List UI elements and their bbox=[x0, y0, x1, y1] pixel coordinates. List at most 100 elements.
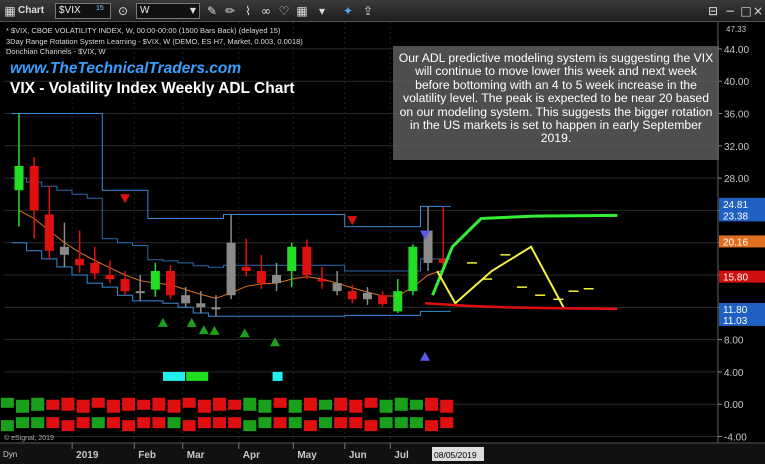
candle-body bbox=[75, 258, 85, 266]
indicator-bars bbox=[0, 371, 454, 432]
candle-body bbox=[135, 291, 145, 294]
candle-body bbox=[59, 246, 69, 255]
candle-body bbox=[181, 295, 191, 304]
price-tag-label: 23.38 bbox=[723, 211, 748, 222]
header-line-3: Donchian Channels - $VIX, W bbox=[6, 47, 106, 56]
indicator-bar bbox=[31, 397, 45, 411]
candle-body bbox=[105, 275, 115, 280]
x-axis-panel bbox=[0, 443, 765, 464]
indicator-bar bbox=[243, 420, 257, 432]
credit-label: © eSignal, 2019 bbox=[4, 434, 54, 442]
indicator-bar bbox=[61, 420, 75, 432]
indicator-bar bbox=[409, 417, 423, 429]
indicator-bar bbox=[243, 397, 257, 411]
indicator-bar bbox=[258, 399, 272, 413]
indicator-bar bbox=[152, 417, 166, 429]
indicator-bar bbox=[349, 399, 363, 413]
donchian-upper bbox=[11, 113, 451, 228]
candle-body bbox=[317, 279, 327, 282]
price-tag-label: 24.81 bbox=[723, 200, 748, 211]
indicator-bar bbox=[273, 417, 287, 429]
forecast-marker bbox=[420, 351, 431, 361]
indicator-bar bbox=[425, 420, 439, 432]
candle-body bbox=[90, 262, 100, 274]
y-tick-label: 36.00 bbox=[724, 110, 749, 121]
indicator-bar bbox=[31, 417, 45, 429]
x-tick-label: Jun bbox=[349, 450, 367, 461]
indicator-bar bbox=[440, 399, 454, 413]
header-line-1: * $VIX, CBOE VOLATILITY INDEX, W, 00:00-… bbox=[6, 26, 281, 35]
candle-body bbox=[287, 246, 297, 271]
indicator-bar bbox=[349, 417, 363, 429]
indicator-bar bbox=[319, 399, 333, 410]
indicator-bar bbox=[137, 417, 151, 429]
candle-body bbox=[14, 165, 24, 191]
candles-layer bbox=[14, 113, 448, 317]
indicator-bar bbox=[0, 420, 14, 432]
indicator-bar bbox=[440, 417, 454, 429]
y-tick-label: 40.00 bbox=[724, 77, 749, 88]
x-tick-label: Apr bbox=[243, 450, 260, 461]
indicator-bar bbox=[182, 397, 196, 408]
candle-body bbox=[378, 295, 388, 305]
buy-signal-marker bbox=[239, 328, 250, 338]
header-line-2: 3Day Range Rotation System Learning - $V… bbox=[6, 37, 303, 46]
indicator-bar bbox=[182, 420, 196, 432]
indicator-bar bbox=[288, 399, 302, 413]
indicator-bar bbox=[303, 397, 317, 411]
indicator-bar bbox=[197, 399, 211, 413]
price-tag-label: 11.03 bbox=[723, 316, 748, 327]
indicator-bar bbox=[137, 399, 151, 410]
candle-body bbox=[393, 291, 403, 312]
indicator-bar bbox=[212, 417, 226, 429]
dyn-label: Dyn bbox=[3, 450, 17, 459]
candle-body bbox=[241, 266, 251, 271]
candle-body bbox=[29, 165, 39, 211]
indicator-bar bbox=[334, 417, 348, 429]
indicator-bar bbox=[394, 417, 408, 429]
candle-body bbox=[272, 275, 282, 284]
cyan-block bbox=[162, 371, 185, 381]
indicator-bar bbox=[228, 417, 242, 429]
indicator-bar bbox=[91, 397, 105, 408]
indicator-bar bbox=[288, 417, 302, 429]
indicator-bar bbox=[16, 417, 30, 429]
indicator-bar bbox=[379, 399, 393, 413]
y-tick-label: 32.00 bbox=[724, 142, 749, 153]
price-tag-label: 15.80 bbox=[723, 273, 748, 284]
candle-body bbox=[226, 242, 236, 296]
sell-signal-marker bbox=[120, 194, 131, 204]
indicator-bar bbox=[425, 397, 439, 411]
adl-forecast bbox=[424, 213, 618, 311]
indicator-bar bbox=[46, 417, 60, 429]
candle-body bbox=[408, 246, 418, 292]
y-top-label: 47.33 bbox=[726, 25, 747, 34]
callout-box: Our ADL predictive modeling system is su… bbox=[393, 46, 719, 160]
site-url: www.TheTechnicalTraders.com bbox=[10, 60, 242, 77]
candle-body bbox=[256, 270, 266, 284]
adl-forecast-green bbox=[431, 213, 618, 296]
x-tick-label: 2019 bbox=[76, 450, 99, 461]
x-tick-label: May bbox=[297, 450, 317, 461]
adl-forecast-red bbox=[424, 302, 618, 311]
buy-signal-marker bbox=[157, 317, 168, 327]
indicator-bar bbox=[409, 399, 423, 410]
cyan-block bbox=[272, 371, 283, 381]
indicator-bar bbox=[228, 399, 242, 410]
buy-signal-marker bbox=[270, 337, 281, 347]
x-tick-label: Jul bbox=[394, 450, 409, 461]
indicator-bar bbox=[197, 417, 211, 429]
indicator-bar bbox=[152, 397, 166, 411]
candle-body bbox=[120, 279, 130, 292]
buy-signal-marker bbox=[198, 325, 209, 335]
candle-body bbox=[302, 246, 312, 276]
indicator-bar bbox=[61, 397, 75, 411]
candle-body bbox=[196, 303, 206, 308]
indicator-bar bbox=[273, 397, 287, 408]
y-tick-label: 0.00 bbox=[724, 400, 744, 411]
indicator-bar bbox=[379, 417, 393, 429]
candle-body bbox=[150, 270, 160, 290]
indicator-bar bbox=[16, 399, 30, 413]
indicator-bar bbox=[76, 399, 90, 413]
chart-title: VIX - Volatility Index Weekly ADL Chart bbox=[10, 80, 295, 97]
